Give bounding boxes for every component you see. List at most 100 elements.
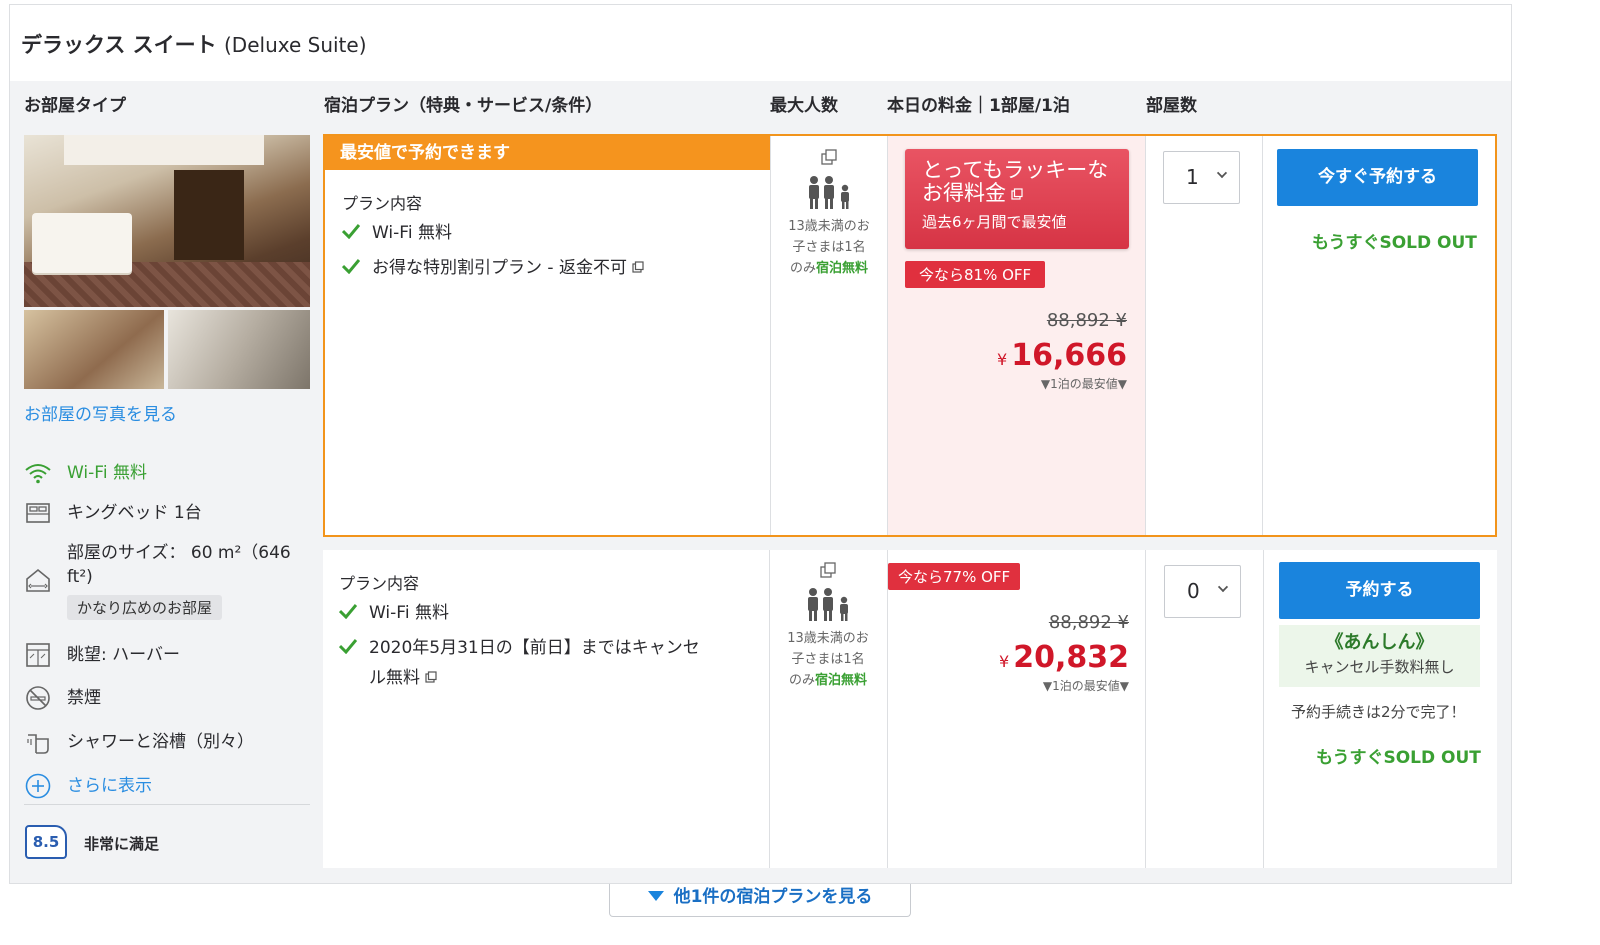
plan1-rooms-select[interactable]: 1 [1163,151,1240,204]
cheapest-banner: 最安値で予約できます [325,136,771,170]
no-smoking-icon [26,686,50,710]
guests-icon [809,176,849,209]
occ-line-2: 子さまは1名 [791,652,865,667]
plan2-item-2-label-2: ル無料 [369,668,420,688]
external-link-icon[interactable] [425,671,437,683]
amenity-shower: シャワーと浴槽（別々） [24,727,254,755]
occ-line-3: のみ [788,673,815,688]
safe-cancel-box: 《あんしん》 キャンセル手数料無し [1279,625,1480,687]
lucky-sub: 過去6ヶ月間で最安値 [922,213,1067,231]
room-card-header: デラックス スイート (Deluxe Suite) [10,5,1511,81]
amenity-room-size: 部屋のサイズ： 60 m²（646 ft²) [24,541,291,592]
plan1-old-price: 88,892 ¥ [1046,310,1127,331]
col-header-plan: 宿泊プラン（特典・サービス/条件） [324,96,603,116]
plan-row-2: プラン内容 Wi-Fi 無料 2020年5月31日の【前日】まではキャンセ ル無… [323,550,1497,868]
rooms-select-value: 1 [1186,165,1199,189]
show-more-amenities[interactable]: さらに表示 [24,771,152,799]
room-photos-link[interactable]: お部屋の写真を見る [24,400,177,425]
amenity-wifi-label: Wi-Fi 無料 [67,463,147,483]
plan1-divider-1 [770,136,771,535]
plan2-item-2[interactable]: 2020年5月31日の【前日】まではキャンセ [339,633,700,663]
photo-bed [32,213,132,273]
check-icon [339,639,357,654]
plus-circle-icon [25,773,51,799]
book-now-button[interactable]: 今すぐ予約する [1277,149,1478,206]
more-plans-button[interactable]: 他1件の宿泊プランを見る [609,884,911,917]
plan2-price-value: 20,832 [1013,640,1129,675]
external-link-icon [1011,188,1023,200]
plan1-price: ¥16,666 [997,338,1127,373]
room-photo-main[interactable] [24,135,310,307]
plan2-item-2-label: 2020年5月31日の【前日】まではキャンセ [369,638,700,658]
lucky-deal-badge[interactable]: とってもラッキーな お得料金 過去6ヶ月間で最安値 [905,149,1129,249]
shower-icon [27,734,49,754]
currency-symbol: ¥ [999,652,1010,671]
plan1-item-2[interactable]: お得な特別割引プラン - 返金不可 [342,253,644,283]
bed-icon [26,503,50,523]
lucky-title-2-row: お得料金 [922,182,1112,205]
plan1-divider-2 [887,136,888,535]
plan2-divider-3 [1145,550,1146,868]
room-photo-thumb-2[interactable] [168,310,310,389]
room-photo-thumb-1[interactable] [24,310,164,389]
book-button[interactable]: 予約する [1279,562,1480,619]
currency-symbol: ¥ [997,350,1008,369]
col-header-room-type: お部屋タイプ [24,96,126,116]
caret-down-icon [647,891,664,901]
quick-booking-note: 予約手続きは2分で完了！ [1291,703,1466,721]
amenity-view-label: 眺望: ハーバー [67,645,180,665]
plan1-divider-4 [1262,136,1263,535]
photo-shelf [174,170,244,260]
occupancy-info-icon[interactable] [820,562,836,578]
amenity-bed: キングベッド 1台 [24,498,202,526]
plan2-content-label: プラン内容 [339,574,420,593]
wifi-icon [25,464,51,484]
plan1-content-label: プラン内容 [342,194,423,213]
plan2-occupancy-note: 13歳未満のお 子さまは1名 のみ宿泊無料 [772,628,884,691]
rooms-select-value: 0 [1187,579,1200,603]
room-title-en: (Deluxe Suite) [224,33,367,57]
plan-row-1: 最安値で予約できます プラン内容 Wi-Fi 無料 お得な特別割引プラン - 返… [323,134,1497,537]
plan1-item-2-label: お得な特別割引プラン - 返金不可 [372,258,627,278]
external-link-icon[interactable] [632,261,644,273]
view-icon [26,643,50,667]
review-score-badge: 8.5 [25,825,67,859]
occ-line-1: 13歳未満のお [787,631,869,646]
plan2-item-1-label: Wi-Fi 無料 [369,603,449,623]
amenity-wifi: Wi-Fi 無料 [24,458,147,486]
room-size-icon [26,568,50,592]
plan1-discount-badge: 今なら81% OFF [905,261,1046,288]
plan1-item-1-label: Wi-Fi 無料 [372,223,452,243]
plan2-discount-badge: 今なら77% OFF [888,563,1021,590]
col-header-max-guests: 最大人数 [770,96,838,116]
amenity-bed-label: キングベッド 1台 [67,503,202,523]
check-icon [342,224,360,239]
plan2-divider-1 [769,550,770,868]
safe-cancel-title: 《あんしん》 [1325,632,1434,653]
amenity-room-size-label: 部屋のサイズ： 60 m²（646 [67,543,291,563]
col-header-rooms: 部屋数 [1146,96,1197,116]
check-icon [342,259,360,274]
occ-line-2: 子さまは1名 [792,240,866,255]
occ-free: 宿泊無料 [815,673,868,688]
plan1-price-value: 16,666 [1011,338,1127,373]
plan2-min-note: ▼1泊の最安値▼ [1042,679,1129,693]
plan2-rooms-select[interactable]: 0 [1164,565,1241,618]
plan1-occupancy-note: 13歳未満のお 子さまは1名 のみ宿泊無料 [773,216,885,279]
guests-icon [808,588,848,621]
occ-line-3: のみ [789,261,816,276]
col-header-price: 本日の料金｜1部屋/1泊 [887,96,1070,116]
plan1-item-1: Wi-Fi 無料 [342,218,452,248]
plan2-divider-4 [1263,550,1264,868]
amenity-no-smoking-label: 禁煙 [67,688,101,708]
occupancy-info-icon[interactable] [821,149,837,165]
amenity-room-size-label-2: ft²) [67,567,93,587]
lucky-title-2: お得料金 [922,181,1006,205]
plan2-old-price: 88,892 ¥ [1048,612,1129,633]
chevron-down-icon [1216,167,1228,179]
plan2-divider-2 [887,550,888,868]
plan2-item-2-cont[interactable]: ル無料 [369,663,437,693]
plan2-price: ¥20,832 [999,640,1129,675]
occ-free: 宿泊無料 [816,261,869,276]
review-score-label: 非常に満足 [84,835,160,853]
